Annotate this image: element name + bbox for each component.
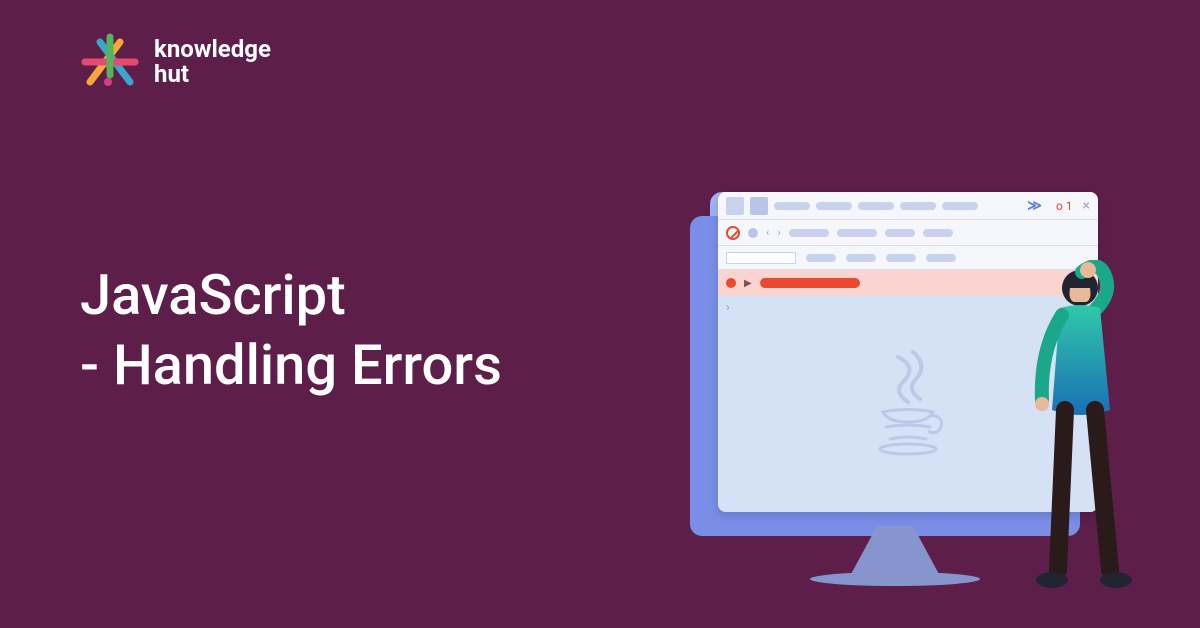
title-line2: - Handling Errors (80, 330, 502, 400)
inspect-icon (726, 197, 744, 215)
java-logo-icon (868, 347, 948, 461)
chevron-left-icon: ‹ (766, 226, 769, 239)
tab-pill (816, 202, 852, 210)
clear-console-icon (726, 226, 740, 240)
expand-arrow-icon: ▶ (744, 278, 752, 289)
overflow-chevron-icon: ≫ (1027, 198, 1042, 214)
error-dot-icon (726, 278, 736, 288)
title-line1: JavaScript (80, 260, 502, 330)
page-title: JavaScript - Handling Errors (80, 260, 502, 400)
filter-input (726, 252, 796, 264)
filter-pill (885, 229, 915, 237)
error-message-bar (760, 278, 860, 288)
tab-pill (900, 202, 936, 210)
tab-pill (774, 202, 810, 210)
option-pill (926, 254, 956, 262)
devtools-toolbar-top: ≫ o 1 × (718, 192, 1098, 220)
brand-wordmark: knowledge hut (154, 37, 271, 87)
tab-pill (942, 202, 978, 210)
confused-person-illustration (1020, 260, 1140, 600)
option-pill (806, 254, 836, 262)
brand-logo-area: knowledge hut (80, 32, 271, 92)
option-pill (846, 254, 876, 262)
brand-line1: knowledge (154, 37, 271, 62)
device-icon (750, 197, 768, 215)
error-count-badge: o 1 (1056, 199, 1073, 213)
devtools-toolbar-filter: ‹ › (718, 220, 1098, 246)
brand-line2: hut (154, 62, 271, 87)
close-icon: × (1083, 198, 1090, 214)
record-icon (748, 228, 758, 238)
filter-pill (789, 229, 829, 237)
tab-pill (858, 202, 894, 210)
prompt-chevron-icon: › (726, 300, 730, 314)
hero-illustration: ≫ o 1 × ‹ › ▶ › (690, 180, 1130, 600)
brand-logomark (80, 32, 140, 92)
filter-pill (923, 229, 953, 237)
monitor-base (810, 572, 980, 586)
filter-pill (837, 229, 877, 237)
option-pill (886, 254, 916, 262)
chevron-right-icon: › (777, 226, 780, 239)
